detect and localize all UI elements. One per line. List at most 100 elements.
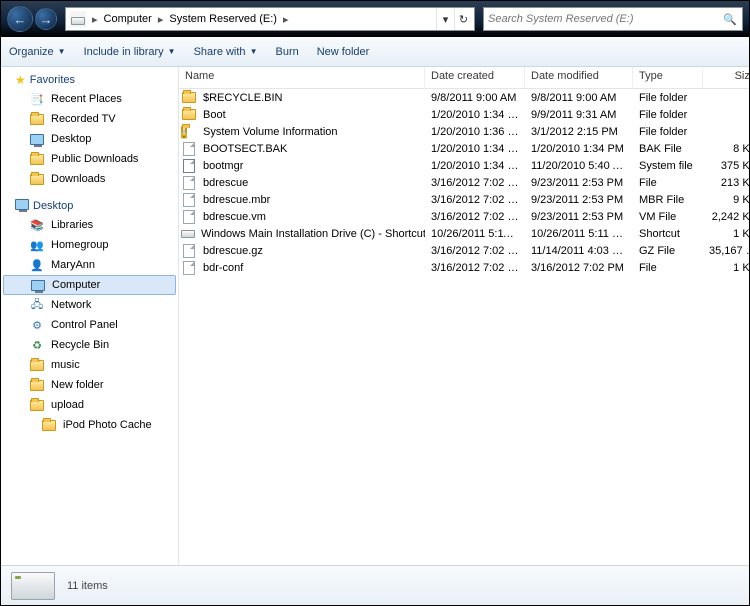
include-label: Include in library [84,46,164,58]
file-type: System file [633,157,703,175]
tree-item-label: music [51,359,80,371]
file-icon [181,260,197,276]
burn-button[interactable]: Burn [275,46,298,58]
file-size: 213 KB [703,174,749,192]
tree-item[interactable]: music [3,355,176,375]
tree-group-header[interactable]: Desktop [3,197,176,215]
breadcrumb-part[interactable]: System Reserved (E:) [167,13,279,25]
tree-item-label: iPod Photo Cache [63,419,152,431]
file-name: bdrescue [203,177,248,189]
tree-item-label: Recycle Bin [51,339,109,351]
user-icon: 👤 [29,257,45,273]
refresh-button[interactable]: ↻ [454,8,472,30]
tree-item[interactable]: iPod Photo Cache [3,415,176,435]
col-type[interactable]: Type [633,67,703,88]
computer-icon [30,277,46,293]
file-row[interactable]: bdr-conf 3/16/2012 7:02 PM 3/16/2012 7:0… [179,259,749,276]
tree-item[interactable]: 📑Recent Places [3,89,176,109]
tree-group-header[interactable]: ★Favorites [3,71,176,89]
search-input[interactable] [488,13,722,25]
col-name[interactable]: Name [179,67,425,88]
file-date-created: 3/16/2012 7:02 PM [425,191,525,209]
search-icon: 🔍 [722,13,738,26]
tree-item-label: Control Panel [51,319,118,331]
tree-item[interactable]: Computer [3,275,176,295]
tree-item[interactable]: ⚙Control Panel [3,315,176,335]
folder-icon [29,171,45,187]
chevron-right-icon[interactable]: ▸ [154,13,168,26]
file-date-modified: 3/16/2012 7:02 PM [525,259,633,277]
tree-item[interactable]: Public Downloads [3,149,176,169]
breadcrumb-dropdown[interactable]: ▾ [436,8,454,30]
forward-button[interactable]: → [35,8,57,30]
file-size: 1 KB [703,259,749,277]
share-label: Share with [194,46,246,58]
tree-item[interactable]: Recorded TV [3,109,176,129]
file-name: Windows Main Installation Drive (C) - Sh… [201,228,425,240]
network-icon: 🖧 [29,297,45,313]
folder-icon [29,357,45,373]
file-icon [181,192,197,208]
file-date-created: 1/20/2010 1:34 PM [425,157,525,175]
tree-item-label: Public Downloads [51,153,138,165]
file-date-created: 9/8/2011 9:00 AM [425,89,525,107]
drive-icon [11,572,55,600]
tree-item[interactable]: upload [3,395,176,415]
folder-icon [29,397,45,413]
chevron-right-icon[interactable]: ▸ [279,13,293,26]
tree-item[interactable]: Downloads [3,169,176,189]
col-date-created[interactable]: Date created [425,67,525,88]
file-icon [181,209,197,225]
breadcrumb[interactable]: ▸ Computer ▸ System Reserved (E:) ▸ ▾ ↻ [65,7,475,31]
file-name: BOOTSECT.BAK [203,143,287,155]
file-type: VM File [633,208,703,226]
file-name: bootmgr [203,160,243,172]
file-date-modified: 9/23/2011 2:53 PM [525,191,633,209]
back-button[interactable]: ← [7,6,33,32]
file-type: File folder [633,106,703,124]
toolbar: Organize▼ Include in library ▼ Share with… [1,37,749,67]
chevron-right-icon[interactable]: ▸ [88,13,102,26]
tree-item[interactable]: New folder [3,375,176,395]
nav-tree[interactable]: ★Favorites📑Recent PlacesRecorded TV Deskt… [1,67,179,565]
file-date-created: 10/26/2011 5:11 PM [425,225,525,243]
file-date-modified: 11/20/2010 5:40 AM [525,157,633,175]
file-date-modified: 11/14/2011 4:03 PM [525,242,633,260]
tree-item[interactable]: 🖧Network [3,295,176,315]
search-box[interactable]: 🔍 [483,7,743,31]
status-bar: 11 items [1,565,749,605]
chevron-down-icon: ▼ [168,47,176,56]
tree-item[interactable]: 👤MaryAnn [3,255,176,275]
tree-item-label: Desktop [51,133,91,145]
file-date-modified: 1/20/2010 1:34 PM [525,140,633,158]
tree-item-label: New folder [51,379,104,391]
file-type: GZ File [633,242,703,260]
star-icon: ★ [15,73,26,87]
file-list[interactable]: Name Date created Date modified Type Siz… [179,67,749,565]
folder-icon [29,377,45,393]
tree-item[interactable]: ♻Recycle Bin [3,335,176,355]
breadcrumb-part[interactable]: Computer [102,13,154,25]
file-name: Boot [203,109,226,121]
file-size [703,95,749,101]
file-date-modified: 3/1/2012 2:15 PM [525,123,633,141]
file-name: $RECYCLE.BIN [203,92,282,104]
col-date-modified[interactable]: Date modified [525,67,633,88]
file-date-modified: 9/23/2011 2:53 PM [525,174,633,192]
tree-item[interactable]: 👥Homegroup [3,235,176,255]
new-folder-button[interactable]: New folder [317,46,370,58]
file-type: File [633,174,703,192]
tree-item[interactable]: Desktop [3,129,176,149]
file-type: File [633,259,703,277]
desktop-icon [29,131,45,147]
include-in-library-button[interactable]: Include in library ▼ [84,46,176,58]
file-size [703,112,749,118]
file-date-created: 3/16/2012 7:02 PM [425,242,525,260]
tree-item-label: Libraries [51,219,93,231]
share-with-button[interactable]: Share with ▼ [194,46,258,58]
file-name: bdrescue.mbr [203,194,270,206]
tree-item[interactable]: 📚Libraries [3,215,176,235]
organize-button[interactable]: Organize▼ [9,46,66,58]
col-size[interactable]: Size [703,67,749,88]
chevron-down-icon: ▼ [250,47,258,56]
